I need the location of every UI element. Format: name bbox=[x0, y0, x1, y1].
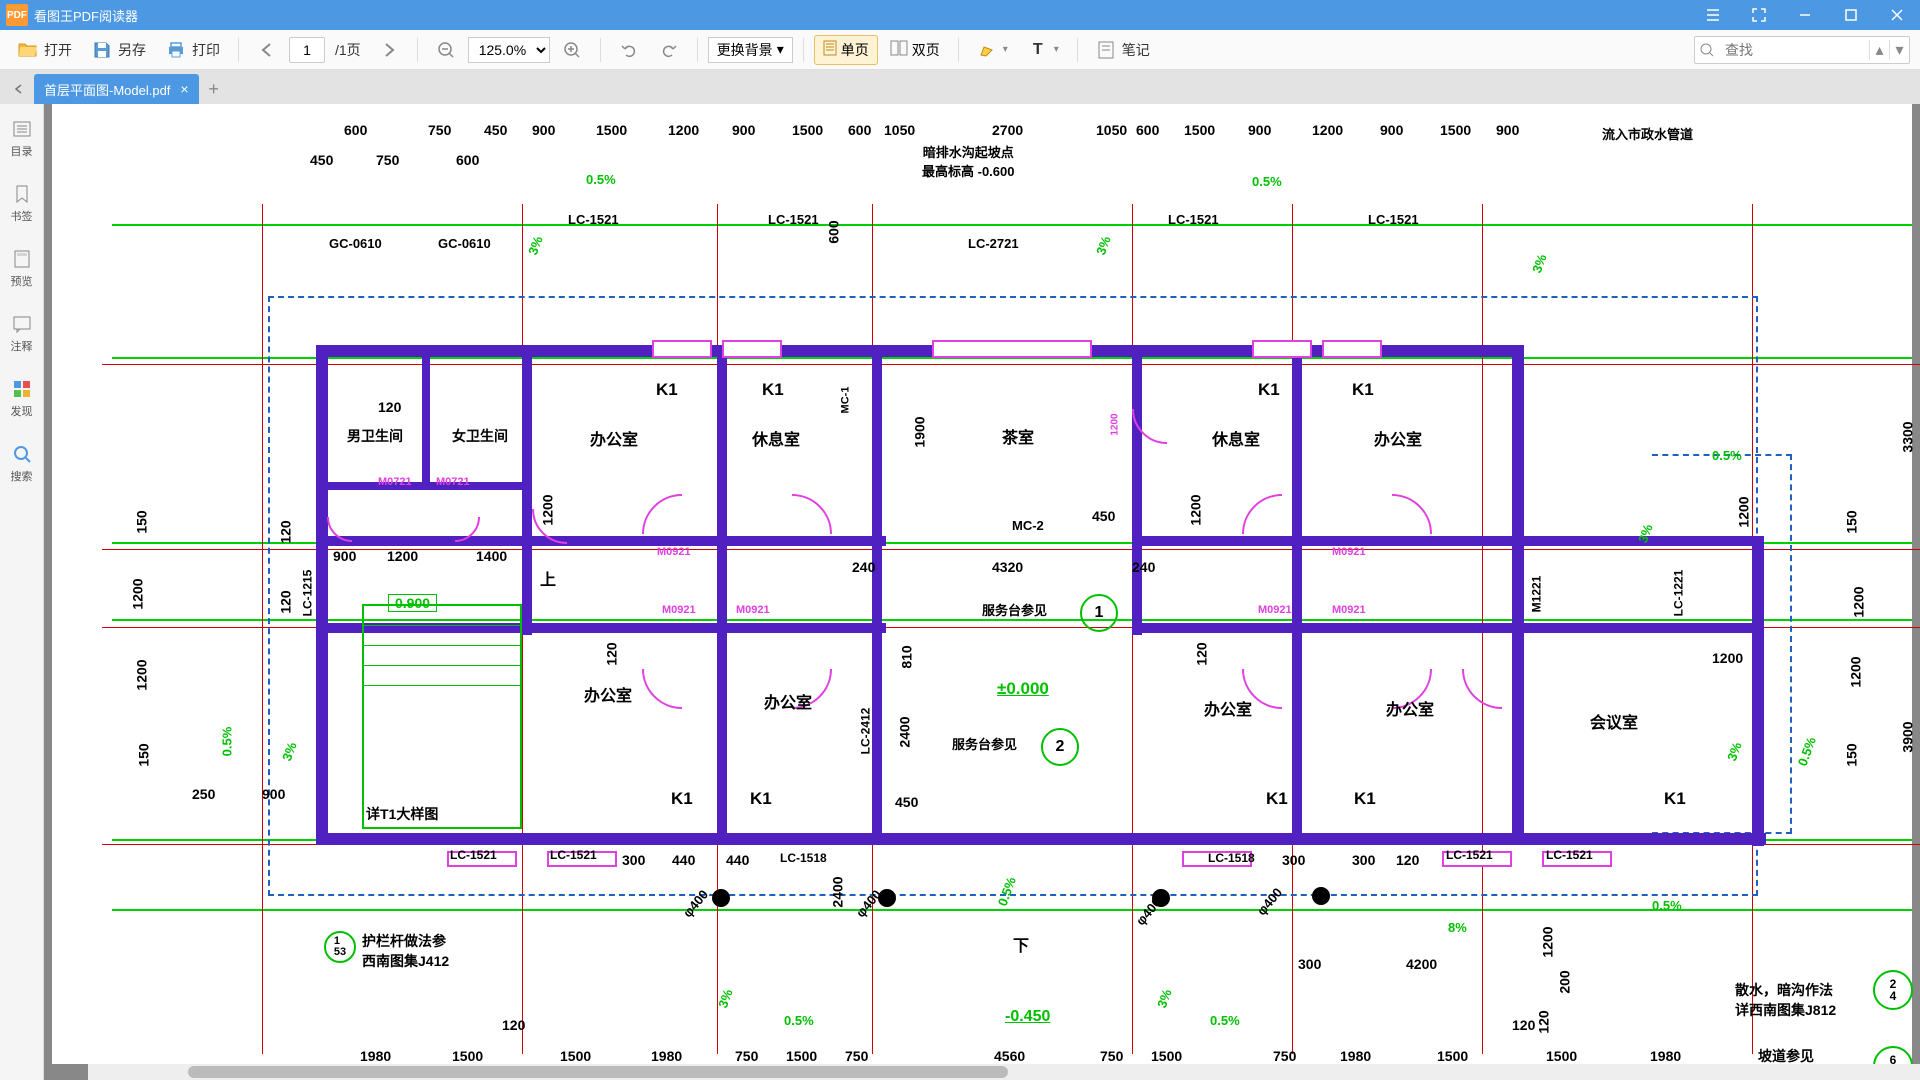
save-label: 另存 bbox=[118, 40, 146, 60]
sidebar-discover[interactable]: 发现 bbox=[0, 374, 43, 423]
text-icon: T bbox=[1028, 40, 1048, 60]
chevron-down-icon: ▾ bbox=[777, 41, 784, 58]
tab-label: 首层平面图-Model.pdf bbox=[44, 80, 170, 99]
tab-close-button[interactable]: × bbox=[180, 81, 188, 97]
file-tab[interactable]: 首层平面图-Model.pdf × bbox=[34, 74, 199, 104]
horizontal-scrollbar[interactable] bbox=[88, 1064, 1920, 1080]
background-select[interactable]: 更换背景▾ bbox=[708, 37, 793, 63]
folder-open-icon bbox=[18, 40, 38, 60]
maximize-button[interactable] bbox=[1828, 0, 1874, 30]
sidebar-preview[interactable]: 预览 bbox=[0, 244, 43, 293]
double-page-button[interactable]: 双页 bbox=[882, 36, 948, 64]
arrow-left-icon bbox=[257, 40, 277, 60]
toc-icon bbox=[11, 118, 33, 140]
ref-circle: 2 bbox=[1041, 728, 1079, 766]
highlight-button[interactable]: ▾ bbox=[969, 36, 1016, 64]
highlighter-icon bbox=[977, 40, 997, 60]
search-box[interactable]: ▴ ▾ bbox=[1694, 36, 1910, 64]
sidebar-annotate[interactable]: 注释 bbox=[0, 309, 43, 358]
menu-button[interactable] bbox=[1690, 0, 1736, 30]
annotate-icon bbox=[11, 313, 33, 335]
title-bar: PDF 看图王PDF阅读器 bbox=[0, 0, 1920, 30]
single-page-icon bbox=[823, 40, 837, 59]
bookmark-icon bbox=[11, 183, 33, 205]
toolbar: 打开 另存 打印 /1页 125.0% 更换背景▾ 单页 双页 ▾ T▾ 笔记 … bbox=[0, 30, 1920, 70]
app-title: 看图王PDF阅读器 bbox=[34, 6, 1690, 25]
page-input[interactable] bbox=[289, 37, 325, 63]
discover-icon bbox=[11, 378, 33, 400]
ref-circle: 1 bbox=[1080, 594, 1118, 632]
ref-circle: 153 bbox=[324, 931, 356, 963]
zoom-out-button[interactable] bbox=[428, 36, 464, 64]
open-label: 打开 bbox=[44, 40, 72, 60]
sidebar: 目录 书签 预览 注释 发现 搜索 bbox=[0, 104, 44, 1080]
sidebar-bookmark[interactable]: 书签 bbox=[0, 179, 43, 228]
redo-icon bbox=[659, 40, 679, 60]
zoom-out-icon bbox=[436, 40, 456, 60]
print-label: 打印 bbox=[192, 40, 220, 60]
new-tab-button[interactable]: + bbox=[199, 74, 229, 104]
search-input[interactable] bbox=[1719, 42, 1869, 58]
next-page-button[interactable] bbox=[371, 36, 407, 64]
page-count: /1页 bbox=[329, 40, 367, 60]
text-button[interactable]: T▾ bbox=[1020, 36, 1067, 64]
note-icon bbox=[1096, 40, 1116, 60]
undo-icon bbox=[619, 40, 639, 60]
single-page-button[interactable]: 单页 bbox=[814, 35, 878, 65]
redo-button[interactable] bbox=[651, 36, 687, 64]
search-next[interactable]: ▾ bbox=[1889, 40, 1909, 60]
main-area: 目录 书签 预览 注释 发现 搜索 bbox=[0, 104, 1920, 1080]
zoom-in-button[interactable] bbox=[554, 36, 590, 64]
search-prev[interactable]: ▴ bbox=[1869, 40, 1889, 60]
save-button[interactable]: 另存 bbox=[84, 36, 154, 64]
double-page-icon bbox=[890, 40, 908, 59]
notes-button[interactable]: 笔记 bbox=[1088, 36, 1158, 64]
print-icon bbox=[166, 40, 186, 60]
collapse-sidebar-button[interactable] bbox=[4, 74, 34, 104]
save-icon bbox=[92, 40, 112, 60]
floor-plan-drawing: 600 750 450 900 1500 1200 900 1500 600 1… bbox=[52, 104, 1912, 1064]
zoom-in-icon bbox=[562, 40, 582, 60]
pdf-page: 600 750 450 900 1500 1200 900 1500 600 1… bbox=[52, 104, 1912, 1064]
arrow-right-icon bbox=[379, 40, 399, 60]
tab-bar: 首层平面图-Model.pdf × + bbox=[0, 70, 1920, 104]
minimize-button[interactable] bbox=[1782, 0, 1828, 30]
undo-button[interactable] bbox=[611, 36, 647, 64]
close-button[interactable] bbox=[1874, 0, 1920, 30]
app-logo: PDF bbox=[6, 4, 28, 26]
sidebar-toc[interactable]: 目录 bbox=[0, 114, 43, 163]
sidebar-search[interactable]: 搜索 bbox=[0, 439, 43, 488]
search-sidebar-icon bbox=[11, 443, 33, 465]
prev-page-button[interactable] bbox=[249, 36, 285, 64]
search-icon bbox=[1695, 43, 1719, 57]
fullscreen-button[interactable] bbox=[1736, 0, 1782, 30]
zoom-select[interactable]: 125.0% bbox=[468, 37, 550, 63]
viewport[interactable]: 600 750 450 900 1500 1200 900 1500 600 1… bbox=[44, 104, 1920, 1080]
print-button[interactable]: 打印 bbox=[158, 36, 228, 64]
preview-icon bbox=[11, 248, 33, 270]
ref-circle: 24 bbox=[1873, 970, 1913, 1010]
open-button[interactable]: 打开 bbox=[10, 36, 80, 64]
